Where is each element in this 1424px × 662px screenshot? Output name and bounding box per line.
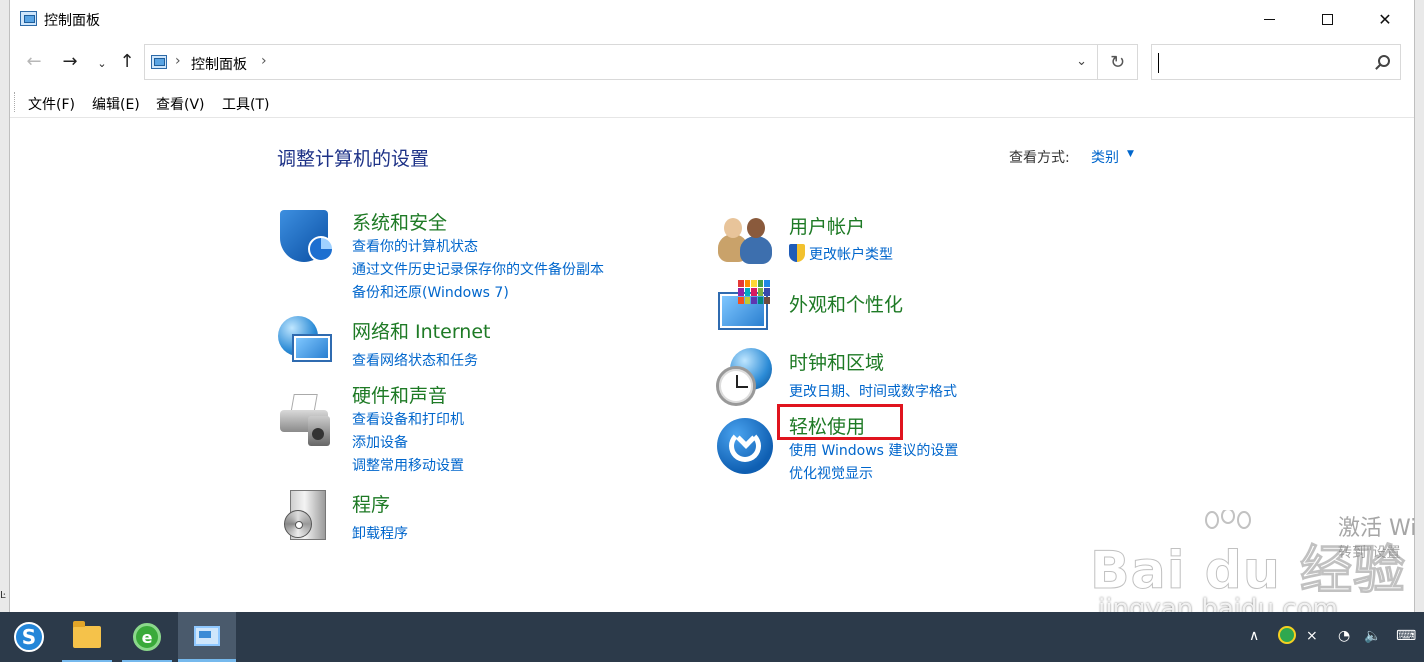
control-panel-icon <box>20 11 37 26</box>
printer-icon[interactable] <box>278 390 336 448</box>
link-backup-restore[interactable]: 备份和还原(Windows 7) <box>352 282 509 302</box>
tray-chevron-icon[interactable]: ∧ <box>1249 628 1259 644</box>
category-user-accounts[interactable]: 用户帐户 <box>789 212 865 239</box>
address-bar[interactable]: › 控制面板 › ⌄ <box>144 44 1098 80</box>
view-by-dropdown[interactable]: 类别 <box>1091 147 1119 167</box>
clock-globe-icon[interactable] <box>716 348 774 406</box>
minimize-button[interactable] <box>1240 0 1298 38</box>
activation-notice: 激活 Wi <box>1338 516 1417 541</box>
text-caret <box>1158 53 1159 73</box>
ease-of-access-icon[interactable] <box>717 416 775 474</box>
tray-app-icon[interactable] <box>1278 626 1296 644</box>
breadcrumb-control-panel[interactable]: 控制面板 <box>191 54 247 74</box>
main-content: 调整计算机的设置 查看方式: 类别 ▼ 系统和安全 查看你的计算机状态 通过文件… <box>10 118 1414 612</box>
control-panel-icon <box>194 625 220 646</box>
control-panel-icon <box>151 55 167 69</box>
link-devices-printers[interactable]: 查看设备和打印机 <box>352 409 464 429</box>
menu-tools[interactable]: 工具(T) <box>222 94 269 114</box>
link-view-computer-status[interactable]: 查看你的计算机状态 <box>352 236 478 256</box>
close-icon: ✕ <box>1378 9 1392 29</box>
breadcrumb-separator-icon[interactable]: › <box>261 53 267 69</box>
folder-icon <box>73 621 101 648</box>
shield-icon[interactable] <box>278 210 336 268</box>
taskbar-browser[interactable]: e <box>118 612 176 662</box>
breadcrumb-separator-icon[interactable]: › <box>175 53 181 69</box>
tray-input-icon[interactable]: ⨯ <box>1306 628 1318 644</box>
category-network-internet[interactable]: 网络和 Internet <box>352 317 490 344</box>
link-change-account-type[interactable]: 更改帐户类型 <box>809 244 893 264</box>
taskbar-file-explorer[interactable] <box>58 612 116 662</box>
link-network-status[interactable]: 查看网络状态和任务 <box>352 350 478 370</box>
title-bar: 控制面板 ✕ <box>10 0 1414 38</box>
search-input[interactable] <box>1151 44 1401 80</box>
taskbar: S e ∧ ⨯ ◔ 🔈 ⌨ <box>0 612 1424 662</box>
refresh-icon: ↻ <box>1109 51 1126 73</box>
network-globe-icon[interactable] <box>278 314 336 372</box>
menu-edit[interactable]: 编辑(E) <box>92 94 140 114</box>
volume-icon[interactable]: 🔈 <box>1364 628 1381 644</box>
page-title: 调整计算机的设置 <box>277 148 430 170</box>
control-panel-window: 控制面板 ✕ ← → ⌄ ↑ › 控制面板 › ⌄ ↻ 文件(F) 编辑(E) … <box>9 0 1415 612</box>
window-title: 控制面板 <box>44 13 100 29</box>
chevron-down-icon[interactable]: ⌄ <box>1076 54 1087 69</box>
edge-fragment: Ŀ <box>0 590 6 601</box>
programs-icon[interactable] <box>280 488 338 546</box>
menu-file[interactable]: 文件(F) <box>28 94 75 114</box>
users-icon[interactable] <box>716 212 774 270</box>
view-by-label: 查看方式: <box>1009 150 1070 166</box>
search-icon[interactable] <box>1378 55 1390 67</box>
category-clock-region[interactable]: 时钟和区域 <box>789 348 884 375</box>
category-system-security[interactable]: 系统和安全 <box>352 208 447 235</box>
refresh-button[interactable]: ↻ <box>1098 44 1138 80</box>
browser-icon: e <box>133 623 161 651</box>
category-hardware-sound[interactable]: 硬件和声音 <box>352 381 447 408</box>
wifi-icon[interactable]: ◔ <box>1338 628 1350 644</box>
close-button[interactable]: ✕ <box>1356 0 1414 38</box>
link-optimize-visual-display[interactable]: 优化视觉显示 <box>789 463 873 483</box>
maximize-button[interactable] <box>1298 0 1356 38</box>
link-uninstall-program[interactable]: 卸载程序 <box>352 523 408 543</box>
taskbar-control-panel[interactable] <box>178 612 236 662</box>
link-add-device[interactable]: 添加设备 <box>352 432 408 452</box>
up-button[interactable]: ↑ <box>115 52 139 72</box>
back-button[interactable]: ← <box>22 52 46 72</box>
category-appearance[interactable]: 外观和个性化 <box>789 290 903 317</box>
appearance-icon[interactable] <box>716 278 774 336</box>
navigation-bar: ← → ⌄ ↑ › 控制面板 › ⌄ ↻ <box>10 40 1414 84</box>
menu-grip <box>14 92 16 112</box>
category-programs[interactable]: 程序 <box>352 490 390 517</box>
caret-down-icon[interactable]: ▼ <box>1127 149 1134 159</box>
minimize-icon <box>1263 18 1275 20</box>
link-windows-recommended-settings[interactable]: 使用 Windows 建议的设置 <box>789 440 958 460</box>
menu-view[interactable]: 查看(V) <box>156 94 205 114</box>
activation-subtext: 转到"设置 <box>1338 545 1401 561</box>
menu-bar: 文件(F) 编辑(E) 查看(V) 工具(T) <box>10 88 1414 118</box>
taskbar-sogou[interactable]: S <box>0 612 58 662</box>
recent-locations-button[interactable]: ⌄ <box>90 54 114 74</box>
uac-shield-icon <box>789 244 805 262</box>
maximize-icon <box>1321 13 1333 25</box>
link-mobility-settings[interactable]: 调整常用移动设置 <box>352 455 464 475</box>
link-date-time-format[interactable]: 更改日期、时间或数字格式 <box>789 381 957 401</box>
keyboard-icon[interactable]: ⌨ <box>1396 628 1416 644</box>
forward-button[interactable]: → <box>58 52 82 72</box>
highlight-box <box>777 404 903 440</box>
sogou-icon: S <box>14 622 44 652</box>
link-file-history[interactable]: 通过文件历史记录保存你的文件备份副本 <box>352 259 604 279</box>
